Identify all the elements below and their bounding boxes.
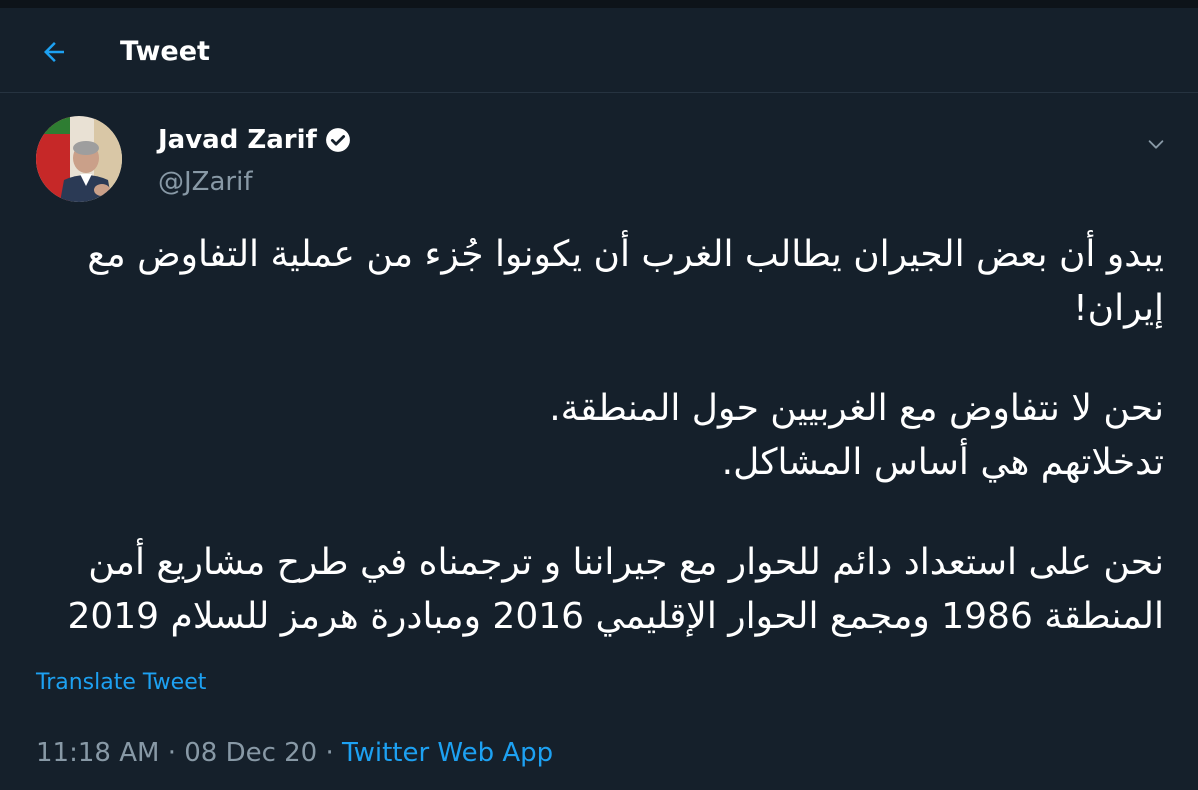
tweet-text: يبدو أن بعض الجيران يطالب الغرب أن يكونو…: [36, 228, 1164, 644]
arrow-left-icon: [44, 42, 64, 62]
tweet-paragraph-1: يبدو أن بعض الجيران يطالب الغرب أن يكونو…: [87, 234, 1164, 329]
page-title: Tweet: [120, 36, 210, 67]
tweet-paragraph-2-line-2: تدخلاتهم هي أساس المشاكل.: [721, 442, 1164, 483]
tweet-date[interactable]: 08 Dec 20: [184, 738, 317, 768]
tweet-paragraph-2-line-1: نحن لا نتفاوض مع الغربيين حول المنطقة.: [549, 388, 1164, 429]
verified-badge-icon: [325, 128, 350, 152]
author-handle[interactable]: @JZarif: [158, 164, 252, 200]
tweet-paragraph-3: نحن على استعداد دائم للحوار مع جيراننا و…: [67, 542, 1164, 637]
translate-tweet-link[interactable]: Translate Tweet: [36, 666, 206, 700]
author-name-text: Javad Zarif: [158, 125, 317, 155]
meta-separator: ·: [167, 738, 176, 768]
tweet-source-link[interactable]: Twitter Web App: [342, 738, 553, 768]
more-options-button[interactable]: [1140, 128, 1172, 160]
tweet-time[interactable]: 11:18 AM: [36, 738, 159, 768]
back-button[interactable]: [34, 32, 74, 72]
meta-separator: ·: [325, 738, 334, 768]
profile-photo: [36, 116, 122, 202]
avatar[interactable]: [36, 116, 122, 202]
status-strip: [0, 0, 1198, 8]
author-name[interactable]: Javad Zarif: [158, 122, 351, 158]
chevron-down-icon: [1148, 140, 1164, 149]
tweet-meta: 11:18 AM · 08 Dec 20 · Twitter Web App: [36, 734, 553, 772]
header-bar: Tweet: [0, 8, 1198, 93]
